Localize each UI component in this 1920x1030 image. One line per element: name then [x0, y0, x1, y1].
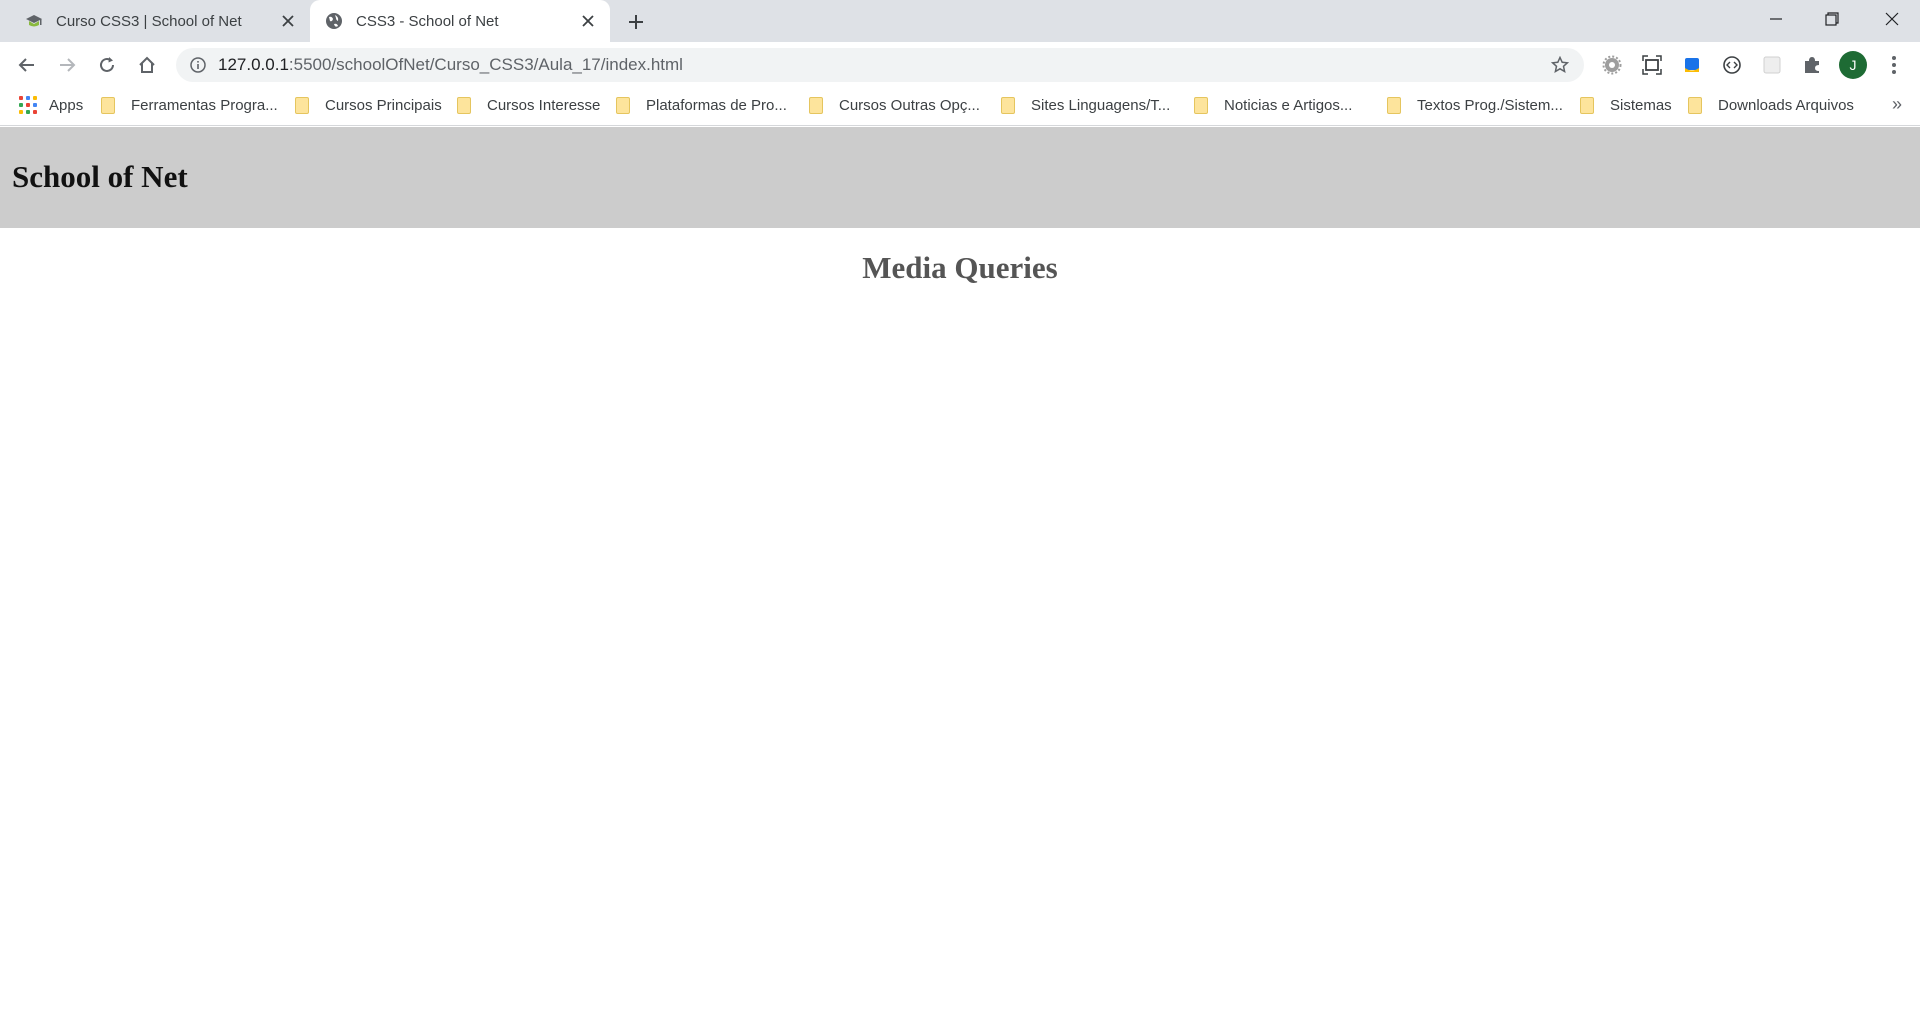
bookmark-label: Cursos Principais: [325, 96, 442, 114]
bookmark-label: Sites Linguagens/T...: [1031, 96, 1171, 114]
folder-icon: [809, 96, 823, 114]
url-path: :5500/schoolOfNet/Curso_CSS3/Aula_17/ind…: [288, 55, 683, 74]
gear-extension-icon[interactable]: [1598, 51, 1626, 79]
bookmark-folder[interactable]: Noticias e Artigos...: [1194, 88, 1352, 122]
tab-title: CSS3 - School of Net: [356, 12, 499, 30]
avatar[interactable]: J: [1839, 51, 1867, 79]
bookmark-apps[interactable]: Apps: [19, 88, 83, 122]
url-host: 127.0.0.1: [218, 55, 289, 74]
bookmark-label: Downloads Arquivos: [1718, 96, 1854, 114]
folder-icon: [101, 96, 115, 114]
tab-css3-school-of-net[interactable]: CSS3 - School of Net: [310, 0, 610, 42]
bookmark-label: Apps: [49, 96, 84, 114]
info-icon[interactable]: [188, 55, 208, 75]
close-tab-icon[interactable]: [276, 9, 300, 33]
bookmark-folder[interactable]: Sistemas: [1580, 88, 1672, 122]
bookmark-folder[interactable]: Cursos Outras Opç...: [809, 88, 980, 122]
url-text: 127.0.0.1:5500/schoolOfNet/Curso_CSS3/Au…: [218, 48, 683, 82]
bookmark-folder[interactable]: Cursos Interesse: [457, 88, 600, 122]
bookmark-label: Ferramentas Progra...: [131, 96, 278, 114]
new-tab-button[interactable]: [622, 8, 650, 36]
bookmark-folder[interactable]: Sites Linguagens/T...: [1001, 88, 1170, 122]
globe-icon: [324, 11, 344, 31]
screen-capture-icon[interactable]: [1638, 51, 1666, 79]
back-arrow-icon[interactable]: [11, 49, 43, 81]
bookmark-label: Cursos Interesse: [487, 96, 601, 114]
minimize-icon[interactable]: [1748, 0, 1804, 38]
bookmark-folder[interactable]: Ferramentas Progra...: [101, 88, 278, 122]
bookmark-folder[interactable]: Downloads Arquivos: [1688, 88, 1854, 122]
bookmark-folder[interactable]: Cursos Principais: [295, 88, 442, 122]
address-bar[interactable]: 127.0.0.1:5500/schoolOfNet/Curso_CSS3/Au…: [176, 48, 1584, 82]
reload-icon[interactable]: [91, 49, 123, 81]
page-title: Media Queries: [862, 250, 1058, 285]
folder-icon: [295, 96, 309, 114]
page-header: School of Net: [0, 127, 1920, 228]
folder-icon: [1580, 96, 1594, 114]
close-window-icon[interactable]: [1864, 0, 1920, 38]
bookmark-folder[interactable]: Plataformas de Pro...: [616, 88, 787, 122]
close-tab-icon[interactable]: [576, 9, 600, 33]
bookmark-star-icon[interactable]: [1548, 53, 1572, 77]
bookmarks-overflow-button[interactable]: »: [1892, 88, 1902, 122]
kebab-menu-icon[interactable]: [1880, 51, 1908, 79]
folder-icon: [457, 96, 471, 114]
bookmark-label: Cursos Outras Opç...: [839, 96, 980, 114]
folder-icon: [1387, 96, 1401, 114]
blue-extension-icon[interactable]: [1678, 51, 1706, 79]
tab-curso-css3[interactable]: Curso CSS3 | School of Net: [10, 0, 310, 42]
tab-strip: Curso CSS3 | School of Net CSS3 - School…: [0, 0, 1920, 42]
apps-grid-icon: [19, 96, 37, 114]
puzzle-extensions-icon[interactable]: [1798, 51, 1826, 79]
bookmark-label: Noticias e Artigos...: [1224, 96, 1353, 114]
site-title: School of Net: [12, 159, 188, 194]
folder-icon: [616, 96, 630, 114]
bookmark-label: Textos Prog./Sistem...: [1417, 96, 1563, 114]
forward-arrow-icon[interactable]: [51, 49, 83, 81]
code-extension-icon[interactable]: [1718, 51, 1746, 79]
folder-icon: [1001, 96, 1015, 114]
bookmark-label: Plataformas de Pro...: [646, 96, 787, 114]
home-icon[interactable]: [131, 49, 163, 81]
bookmarks-bar: Apps Ferramentas Progra... Cursos Princi…: [0, 88, 1920, 126]
folder-icon: [1688, 96, 1702, 114]
blank-extension-icon[interactable]: [1758, 51, 1786, 79]
tab-title: Curso CSS3 | School of Net: [56, 12, 242, 30]
restore-icon[interactable]: [1804, 0, 1860, 38]
browser-toolbar: 127.0.0.1:5500/schoolOfNet/Curso_CSS3/Au…: [0, 42, 1920, 88]
bookmark-label: Sistemas: [1610, 96, 1672, 114]
graduation-cap-icon: [24, 11, 44, 31]
bookmark-folder[interactable]: Textos Prog./Sistem...: [1387, 88, 1563, 122]
folder-icon: [1194, 96, 1208, 114]
